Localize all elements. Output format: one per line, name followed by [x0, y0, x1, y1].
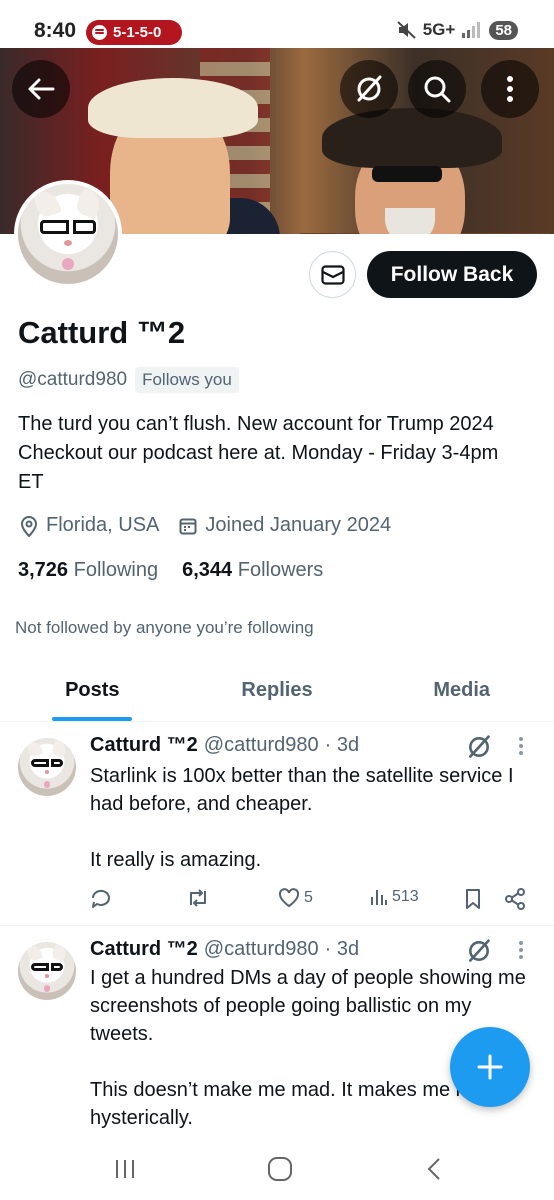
share-button[interactable]: [504, 888, 526, 910]
post-item[interactable]: Catturd ™2 @catturd980 · 3d Starlink is …: [0, 722, 554, 926]
grok-button[interactable]: [340, 60, 398, 118]
post-author-handle[interactable]: @catturd980: [204, 938, 319, 961]
status-icons: 5G+ 58: [397, 20, 518, 40]
joined-item: Joined January 2024: [179, 514, 391, 537]
more-options-button[interactable]: [481, 60, 539, 118]
not-followed-notice: Not followed by anyone you’re following: [15, 618, 314, 637]
message-button[interactable]: [309, 251, 356, 298]
tab-media[interactable]: Media: [369, 660, 554, 721]
following-label: Following: [73, 559, 159, 581]
post-text: Starlink is 100x better than the satelli…: [90, 765, 514, 871]
back-nav-button[interactable]: [414, 1154, 454, 1184]
status-bar: 8:40 5-1-5-0 5G+ 58: [0, 0, 554, 48]
profile-avatar[interactable]: [14, 180, 122, 288]
cat-avatar-image: [18, 184, 118, 284]
system-nav-bar: [0, 1136, 554, 1200]
more-vertical-icon: [519, 737, 523, 755]
calendar-icon: [179, 518, 197, 534]
profile-tabs: Posts Replies Media: [0, 660, 554, 722]
repost-icon: [190, 889, 206, 907]
post-avatar[interactable]: [18, 942, 76, 1000]
banner-hat-left: [88, 78, 258, 138]
grok-icon: [469, 735, 490, 758]
location-pin-icon: [20, 515, 38, 537]
recents-button[interactable]: [105, 1154, 145, 1184]
back-button[interactable]: [12, 60, 70, 118]
cat-avatar-image: [18, 738, 76, 796]
post-grok-button[interactable]: [466, 734, 492, 765]
post-avatar[interactable]: [18, 738, 76, 796]
spotify-icon: [92, 25, 107, 40]
profile-display-name: Catturd ™2: [18, 315, 186, 350]
follow-back-button[interactable]: Follow Back: [367, 251, 537, 298]
post-time: · 3d: [324, 938, 360, 960]
banner-sunglasses: [372, 166, 442, 182]
grok-icon: [469, 939, 490, 962]
profile-meta: Florida, USA Joined January 2024: [20, 514, 391, 537]
following-count: 3,726: [18, 559, 69, 581]
joined-text: Joined January 2024: [205, 514, 392, 536]
home-icon: [268, 1157, 292, 1181]
plus-icon: [477, 1054, 503, 1080]
network-label: 5G+: [422, 20, 456, 39]
post-header: Catturd ™2 @catturd980 · 3d: [90, 734, 359, 757]
location-text: Florida, USA: [46, 514, 160, 536]
bookmark-button[interactable]: [464, 888, 482, 910]
reply-icon: [91, 889, 110, 908]
battery-indicator: 58: [489, 20, 518, 40]
bookmark-icon: [466, 889, 480, 909]
spotify-pill[interactable]: 5-1-5-0: [86, 20, 182, 45]
repost-button[interactable]: [186, 888, 210, 908]
follow-stats: 3,726 Following 6,344 Followers: [18, 559, 323, 582]
tab-posts[interactable]: Posts: [0, 660, 185, 721]
share-icon: [505, 888, 525, 910]
post-header: Catturd ™2 @catturd980 · 3d: [90, 938, 359, 961]
follows-you-badge: Follows you: [135, 367, 239, 393]
post-author-name[interactable]: Catturd ™2: [90, 734, 198, 757]
arrow-left-icon: [28, 78, 55, 100]
views-count: 513: [392, 888, 419, 905]
mute-icon: [397, 21, 416, 39]
post-author-handle[interactable]: @catturd980: [204, 734, 319, 757]
profile-handle: @catturd980: [18, 369, 128, 390]
followers-count: 6,344: [182, 559, 233, 581]
views-button[interactable]: 513: [370, 888, 419, 906]
followers-label: Followers: [237, 559, 324, 581]
profile-handle-row: @catturd980 Follows you: [18, 367, 239, 393]
followers-link[interactable]: 6,344 Followers: [182, 559, 323, 582]
profile-bio: The turd you can’t flush. New account fo…: [18, 413, 499, 493]
banner-hat-right: [322, 108, 502, 168]
search-button[interactable]: [408, 60, 466, 118]
views-chart-icon: [371, 890, 387, 905]
home-button[interactable]: [260, 1154, 300, 1184]
search-icon: [424, 76, 451, 103]
post-author-name[interactable]: Catturd ™2: [90, 938, 198, 961]
status-time: 8:40: [34, 19, 77, 42]
reply-button[interactable]: [90, 888, 112, 910]
post-more-button[interactable]: [518, 736, 524, 762]
compose-post-button[interactable]: [450, 1027, 530, 1107]
location-item: Florida, USA: [20, 514, 159, 537]
like-button[interactable]: 5: [278, 888, 313, 908]
like-count: 5: [304, 889, 313, 906]
more-vertical-icon: [519, 941, 523, 959]
following-link[interactable]: 3,726 Following: [18, 559, 158, 582]
envelope-icon: [320, 264, 345, 285]
chevron-left-icon: [427, 1158, 440, 1180]
cat-avatar-image: [18, 942, 76, 1000]
grok-icon: [357, 75, 382, 102]
signal-icon: [462, 22, 481, 38]
post-time: · 3d: [324, 734, 360, 756]
spotify-pill-label: 5-1-5-0: [113, 24, 162, 41]
post-more-button[interactable]: [518, 940, 524, 966]
tab-replies[interactable]: Replies: [185, 660, 370, 721]
recents-icon: [116, 1160, 134, 1178]
post-actions: 5 513: [90, 888, 534, 914]
more-vertical-icon: [507, 76, 513, 102]
heart-icon: [278, 888, 300, 908]
banner-beard: [385, 208, 435, 234]
